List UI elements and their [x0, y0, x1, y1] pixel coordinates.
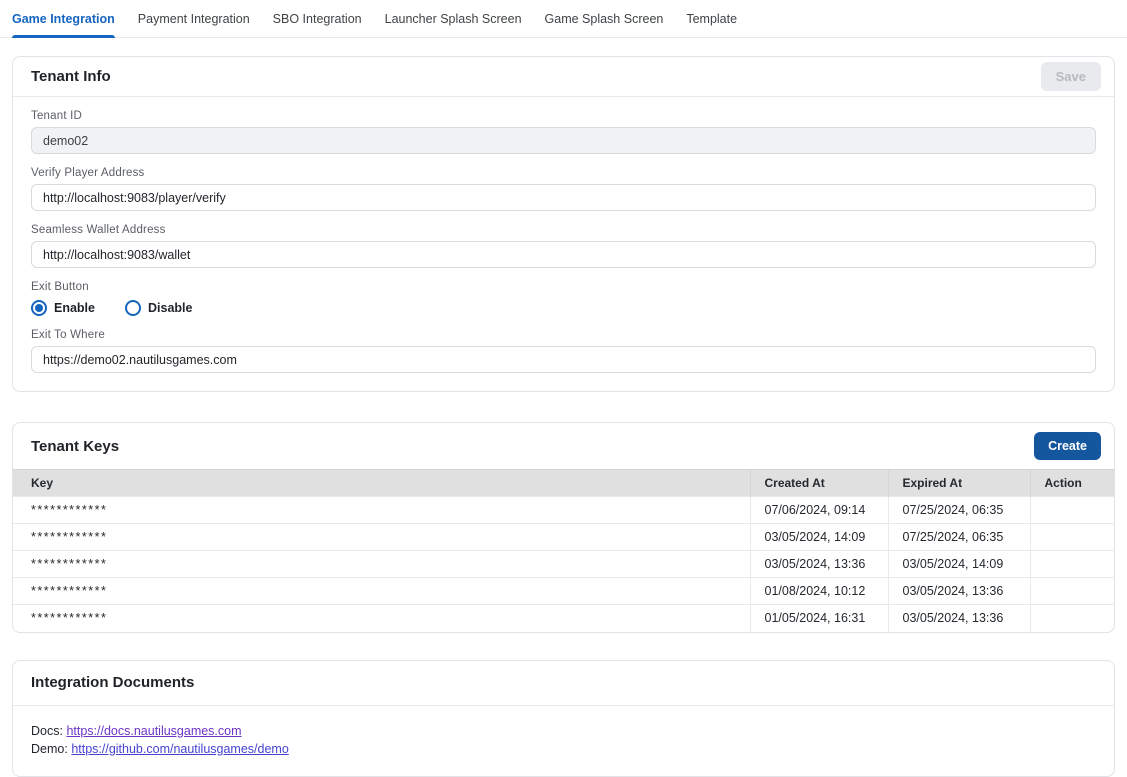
tab-game-splash-screen[interactable]: Game Splash Screen: [545, 0, 664, 37]
radio-enable-label: Enable: [54, 301, 95, 315]
table-row: ************ 03/05/2024, 14:09 07/25/202…: [13, 524, 1114, 551]
seamless-wallet-address-label: Seamless Wallet Address: [31, 224, 1096, 236]
seamless-wallet-address-field-group: Seamless Wallet Address: [31, 224, 1096, 268]
docs-prefix: Docs:: [31, 724, 63, 738]
integration-documents-body: Docs: https://docs.nautilusgames.com Dem…: [13, 706, 1114, 776]
radio-selected-icon: [31, 300, 47, 316]
integration-documents-card: Integration Documents Docs: https://docs…: [12, 660, 1115, 777]
table-row: ************ 03/05/2024, 13:36 03/05/202…: [13, 551, 1114, 578]
table-row: ************ 07/06/2024, 09:14 07/25/202…: [13, 497, 1114, 524]
action-cell: [1030, 605, 1114, 632]
tenant-keys-card: Tenant Keys Create Key Created At Expire…: [12, 422, 1115, 633]
tab-launcher-splash-screen[interactable]: Launcher Splash Screen: [385, 0, 522, 37]
exit-button-radio-group: Enable Disable: [31, 298, 1096, 316]
tenant-info-title: Tenant Info: [31, 68, 111, 85]
action-cell: [1030, 551, 1114, 578]
created-at-cell: 03/05/2024, 14:09: [750, 524, 888, 551]
radio-unselected-icon: [125, 300, 141, 316]
demo-link[interactable]: https://github.com/nautilusgames/demo: [71, 742, 288, 756]
tab-template[interactable]: Template: [686, 0, 737, 37]
integration-documents-title: Integration Documents: [31, 674, 194, 691]
radio-option-disable[interactable]: Disable: [125, 300, 192, 316]
created-at-cell: 03/05/2024, 13:36: [750, 551, 888, 578]
tenant-info-header: Tenant Info Save: [13, 57, 1114, 97]
exit-to-where-field-group: Exit To Where: [31, 329, 1096, 373]
expired-at-cell: 07/25/2024, 06:35: [888, 524, 1030, 551]
key-cell: ************: [13, 497, 750, 524]
tab-sbo-integration[interactable]: SBO Integration: [273, 0, 362, 37]
key-cell: ************: [13, 551, 750, 578]
demo-line: Demo: https://github.com/nautilusgames/d…: [31, 740, 1096, 758]
key-cell: ************: [13, 605, 750, 632]
action-cell: [1030, 524, 1114, 551]
radio-option-enable[interactable]: Enable: [31, 300, 95, 316]
column-header-expired-at: Expired At: [888, 470, 1030, 497]
expired-at-cell: 07/25/2024, 06:35: [888, 497, 1030, 524]
column-header-action: Action: [1030, 470, 1114, 497]
radio-disable-label: Disable: [148, 301, 192, 315]
tenant-id-field-group: Tenant ID: [31, 110, 1096, 154]
verify-player-address-input[interactable]: [31, 184, 1096, 211]
action-cell: [1030, 497, 1114, 524]
key-cell: ************: [13, 524, 750, 551]
demo-prefix: Demo:: [31, 742, 68, 756]
tab-game-integration[interactable]: Game Integration: [12, 0, 115, 37]
tenant-keys-header: Tenant Keys Create: [13, 423, 1114, 469]
tab-payment-integration[interactable]: Payment Integration: [138, 0, 250, 37]
verify-player-address-field-group: Verify Player Address: [31, 167, 1096, 211]
created-at-cell: 07/06/2024, 09:14: [750, 497, 888, 524]
action-cell: [1030, 578, 1114, 605]
created-at-cell: 01/08/2024, 10:12: [750, 578, 888, 605]
column-header-created-at: Created At: [750, 470, 888, 497]
created-at-cell: 01/05/2024, 16:31: [750, 605, 888, 632]
docs-line: Docs: https://docs.nautilusgames.com: [31, 722, 1096, 740]
seamless-wallet-address-input[interactable]: [31, 241, 1096, 268]
key-cell: ************: [13, 578, 750, 605]
expired-at-cell: 03/05/2024, 13:36: [888, 578, 1030, 605]
table-row: ************ 01/05/2024, 16:31 03/05/202…: [13, 605, 1114, 632]
expired-at-cell: 03/05/2024, 14:09: [888, 551, 1030, 578]
column-header-key: Key: [13, 470, 750, 497]
exit-button-field-group: Exit Button Enable Disable: [31, 281, 1096, 316]
tenant-keys-title: Tenant Keys: [31, 438, 119, 455]
tenant-info-body: Tenant ID Verify Player Address Seamless…: [13, 97, 1114, 391]
table-header-row: Key Created At Expired At Action: [13, 470, 1114, 497]
docs-link[interactable]: https://docs.nautilusgames.com: [66, 724, 241, 738]
save-button[interactable]: Save: [1041, 62, 1101, 91]
exit-to-where-input[interactable]: [31, 346, 1096, 373]
tenant-info-card: Tenant Info Save Tenant ID Verify Player…: [12, 56, 1115, 392]
tenant-id-input[interactable]: [31, 127, 1096, 154]
create-key-button[interactable]: Create: [1034, 432, 1101, 460]
tab-bar: Game Integration Payment Integration SBO…: [0, 0, 1127, 38]
table-row: ************ 01/08/2024, 10:12 03/05/202…: [13, 578, 1114, 605]
expired-at-cell: 03/05/2024, 13:36: [888, 605, 1030, 632]
exit-to-where-label: Exit To Where: [31, 329, 1096, 341]
tenant-keys-table: Key Created At Expired At Action *******…: [13, 469, 1114, 632]
integration-documents-header: Integration Documents: [13, 661, 1114, 706]
exit-button-label: Exit Button: [31, 281, 1096, 293]
tenant-id-label: Tenant ID: [31, 110, 1096, 122]
verify-player-address-label: Verify Player Address: [31, 167, 1096, 179]
